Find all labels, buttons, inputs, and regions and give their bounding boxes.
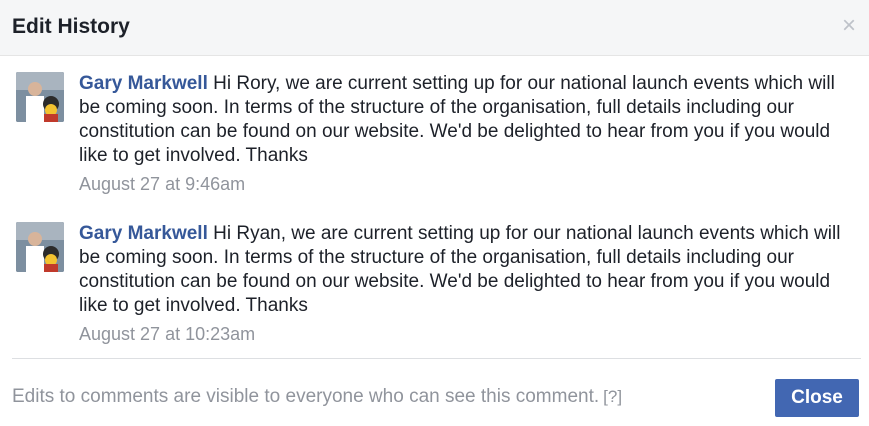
footer-note: Edits to comments are visible to everyon… — [12, 385, 622, 409]
comment-timestamp[interactable]: August 27 at 10:23am — [79, 322, 854, 346]
dialog-header: Edit History × — [0, 0, 869, 56]
comment-timestamp[interactable]: August 27 at 9:46am — [79, 172, 854, 196]
help-link[interactable]: [?] — [603, 387, 622, 406]
avatar[interactable] — [16, 72, 64, 122]
edit-history-dialog: Edit History × Gary Markwell Hi Rory, we… — [0, 0, 869, 426]
dialog-title: Edit History — [12, 15, 130, 38]
author-link[interactable]: Gary Markwell — [79, 73, 208, 94]
avatar[interactable] — [16, 222, 64, 272]
author-link[interactable]: Gary Markwell — [79, 223, 208, 244]
avatar-photo-icon — [16, 72, 64, 122]
comment-body: Gary Markwell Hi Rory, we are current se… — [79, 72, 854, 196]
close-button[interactable]: Close — [775, 379, 859, 417]
footer-note-text: Edits to comments are visible to everyon… — [12, 386, 600, 407]
comment-body: Gary Markwell Hi Ryan, we are current se… — [79, 222, 854, 346]
avatar-photo-icon — [16, 222, 64, 272]
close-x-icon[interactable]: × — [839, 14, 859, 38]
footer-divider — [12, 358, 861, 359]
